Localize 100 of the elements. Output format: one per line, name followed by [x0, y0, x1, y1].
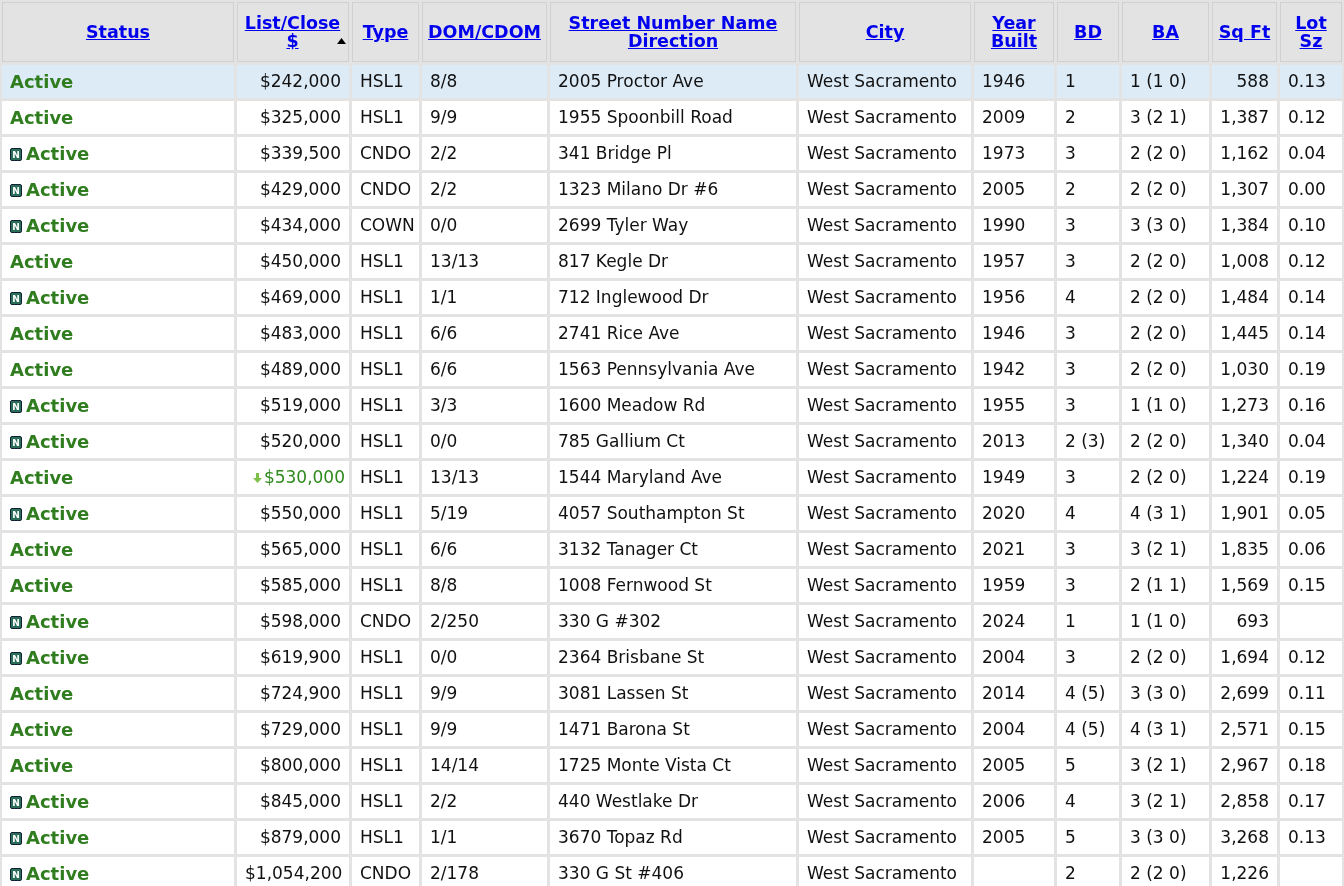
price-cell: $489,000: [237, 353, 349, 386]
bedrooms-cell: 4 (5): [1057, 677, 1119, 710]
status-text: Active: [10, 106, 74, 128]
listing-row[interactable]: Active $724,900 HSL1 9/9 3081 Lassen St West Sacramento 2014 4 (5) 3 (3 0) 2,699 0.11: [2, 677, 1342, 710]
price-cell: $879,000: [237, 821, 349, 854]
listing-row[interactable]: N Active $845,000 HSL1 2/2 440 Westlake Dr West Sacramento 2006 4 3 (2 1) 2,858 0.17: [2, 785, 1342, 818]
bedrooms-cell: 3: [1057, 533, 1119, 566]
square-feet-cell: 1,387: [1212, 101, 1277, 134]
column-sort-link[interactable]: BD: [1074, 22, 1102, 41]
year-built-cell: 1959: [974, 569, 1054, 602]
days-on-market-cell: 0/0: [422, 209, 547, 242]
address-cell: 330 G St #406: [550, 857, 796, 886]
year-built-cell: 1990: [974, 209, 1054, 242]
address-cell: 330 G #302: [550, 605, 796, 638]
bathrooms-cell: 2 (2 0): [1122, 281, 1209, 314]
listing-row[interactable]: Active $489,000 HSL1 6/6 1563 Pennsylvania Ave West Sacramento 1942 3 2 (2 0) 1,030 0.19: [2, 353, 1342, 386]
type-cell: HSL1: [352, 281, 419, 314]
lot-size-cell: 0.18: [1280, 749, 1342, 782]
listing-row[interactable]: Active $242,000 HSL1 8/8 2005 Proctor Ave West Sacramento 1946 1 1 (1 0) 588 0.13: [2, 65, 1342, 98]
listing-row[interactable]: N Active $469,000 HSL1 1/1 712 Inglewood Dr West Sacramento 1956 4 2 (2 0) 1,484 0.14: [2, 281, 1342, 314]
column-sort-link[interactable]: Sq Ft: [1218, 22, 1271, 41]
listing-row[interactable]: N Active $1,054,200 CNDO 2/178 330 G St #406 West Sacramento 2 2 (2 0) 1,226: [2, 857, 1342, 886]
listing-row[interactable]: N Active $598,000 CNDO 2/250 330 G #302 West Sacramento 2024 1 1 (1 0) 693: [2, 605, 1342, 638]
listing-row[interactable]: Active $800,000 HSL1 14/14 1725 Monte Vista Ct West Sacramento 2005 5 3 (2 1) 2,967 0.18: [2, 749, 1342, 782]
status-text: Active: [10, 250, 74, 272]
price-cell: $550,000: [237, 497, 349, 530]
lot-size-cell: 0.11: [1280, 677, 1342, 710]
address-cell: 4057 Southampton St: [550, 497, 796, 530]
listing-row[interactable]: N Active $879,000 HSL1 1/1 3670 Topaz Rd West Sacramento 2005 5 3 (3 0) 3,268 0.13: [2, 821, 1342, 854]
status-text: Active: [26, 826, 90, 848]
listing-row[interactable]: Active $450,000 HSL1 13/13 817 Kegle Dr West Sacramento 1957 3 2 (2 0) 1,008 0.12: [2, 245, 1342, 278]
listing-row[interactable]: Active $565,000 HSL1 6/6 3132 Tanager Ct West Sacramento 2021 3 3 (2 1) 1,835 0.06: [2, 533, 1342, 566]
square-feet-cell: 2,699: [1212, 677, 1277, 710]
lot-size-cell: 0.06: [1280, 533, 1342, 566]
bathrooms-cell: 2 (1 1): [1122, 569, 1209, 602]
bathrooms-cell: 3 (2 1): [1122, 749, 1209, 782]
price-cell: $520,000: [237, 425, 349, 458]
column-sort-link[interactable]: BA: [1152, 22, 1179, 41]
listing-row[interactable]: N Active $550,000 HSL1 5/19 4057 Southampton St West Sacramento 2020 4 4 (3 1) 1,901 0.05: [2, 497, 1342, 530]
listing-row[interactable]: Active $325,000 HSL1 9/9 1955 Spoonbill Road West Sacramento 2009 2 3 (2 1) 1,387 0.12: [2, 101, 1342, 134]
bathrooms-cell: 3 (2 1): [1122, 101, 1209, 134]
price-cell: $325,000: [237, 101, 349, 134]
lot-size-cell: 0.12: [1280, 101, 1342, 134]
lot-size-cell: 0.00: [1280, 173, 1342, 206]
type-cell: CNDO: [352, 173, 419, 206]
city-cell: West Sacramento: [799, 245, 971, 278]
status-text: Active: [26, 790, 90, 812]
listing-row[interactable]: Active $530,000 HSL1 13/13 1544 Maryland Ave West Sacramento 1949 3 2 (2 0) 1,224 0.19: [2, 461, 1342, 494]
bathrooms-cell: 2 (2 0): [1122, 137, 1209, 170]
bedrooms-cell: 4: [1057, 497, 1119, 530]
address-cell: 341 Bridge Pl: [550, 137, 796, 170]
column-sort-link[interactable]: Lot Sz: [1283, 13, 1339, 51]
listing-row[interactable]: Active $483,000 HSL1 6/6 2741 Rice Ave West Sacramento 1946 3 2 (2 0) 1,445 0.14: [2, 317, 1342, 350]
year-built-cell: 2005: [974, 749, 1054, 782]
bathrooms-cell: 2 (2 0): [1122, 317, 1209, 350]
days-on-market-cell: 6/6: [422, 317, 547, 350]
column-sort-link[interactable]: List/Close $: [240, 13, 345, 51]
listing-row[interactable]: Active $585,000 HSL1 8/8 1008 Fernwood St West Sacramento 1959 3 2 (1 1) 1,569 0.15: [2, 569, 1342, 602]
listing-row[interactable]: N Active $619,900 HSL1 0/0 2364 Brisbane St West Sacramento 2004 3 2 (2 0) 1,694 0.12: [2, 641, 1342, 674]
listing-row[interactable]: N Active $520,000 HSL1 0/0 785 Gallium Ct West Sacramento 2013 2 (3) 2 (2 0) 1,340 0.04: [2, 425, 1342, 458]
type-cell: HSL1: [352, 641, 419, 674]
year-built-cell: 2004: [974, 713, 1054, 746]
listing-row[interactable]: N Active $434,000 COWN 0/0 2699 Tyler Way West Sacramento 1990 3 3 (3 0) 1,384 0.10: [2, 209, 1342, 242]
column-sort-link[interactable]: Year Built: [977, 13, 1051, 51]
square-feet-cell: 1,484: [1212, 281, 1277, 314]
city-cell: West Sacramento: [799, 857, 971, 886]
new-listing-badge: N: [10, 291, 22, 305]
square-feet-cell: 1,384: [1212, 209, 1277, 242]
square-feet-cell: 588: [1212, 65, 1277, 98]
bathrooms-cell: 1 (1 0): [1122, 389, 1209, 422]
type-cell: HSL1: [352, 317, 419, 350]
bedrooms-cell: 3: [1057, 137, 1119, 170]
price-cell: $519,000: [237, 389, 349, 422]
column-sort-link[interactable]: City: [865, 22, 905, 41]
column-sort-link[interactable]: Status: [86, 22, 150, 41]
type-cell: HSL1: [352, 677, 419, 710]
bathrooms-cell: 3 (3 0): [1122, 677, 1209, 710]
listing-row[interactable]: N Active $339,500 CNDO 2/2 341 Bridge Pl West Sacramento 1973 3 2 (2 0) 1,162 0.04: [2, 137, 1342, 170]
status-text: Active: [26, 214, 90, 236]
status-text: Active: [26, 430, 90, 452]
bedrooms-cell: 2: [1057, 101, 1119, 134]
type-cell: HSL1: [352, 785, 419, 818]
column-sort-link[interactable]: Type: [362, 22, 409, 41]
new-listing-badge: N: [10, 219, 22, 233]
column-sort-link[interactable]: Street Number Name Direction: [553, 13, 793, 51]
listing-row[interactable]: Active $729,000 HSL1 9/9 1471 Barona St West Sacramento 2004 4 (5) 4 (3 1) 2,571 0.15: [2, 713, 1342, 746]
type-cell: CNDO: [352, 605, 419, 638]
price-cell: $729,000: [237, 713, 349, 746]
type-cell: CNDO: [352, 857, 419, 886]
listing-row[interactable]: N Active $429,000 CNDO 2/2 1323 Milano Dr #6 West Sacramento 2005 2 2 (2 0) 1,307 0.00: [2, 173, 1342, 206]
year-built-cell: 2020: [974, 497, 1054, 530]
city-cell: West Sacramento: [799, 425, 971, 458]
bedrooms-cell: 4: [1057, 281, 1119, 314]
city-cell: West Sacramento: [799, 101, 971, 134]
city-cell: West Sacramento: [799, 785, 971, 818]
address-cell: 1725 Monte Vista Ct: [550, 749, 796, 782]
column-sort-link[interactable]: DOM/CDOM: [428, 22, 541, 41]
listing-row[interactable]: N Active $519,000 HSL1 3/3 1600 Meadow Rd West Sacramento 1955 3 1 (1 0) 1,273 0.16: [2, 389, 1342, 422]
year-built-cell: 2006: [974, 785, 1054, 818]
status-text: Active: [26, 862, 90, 884]
